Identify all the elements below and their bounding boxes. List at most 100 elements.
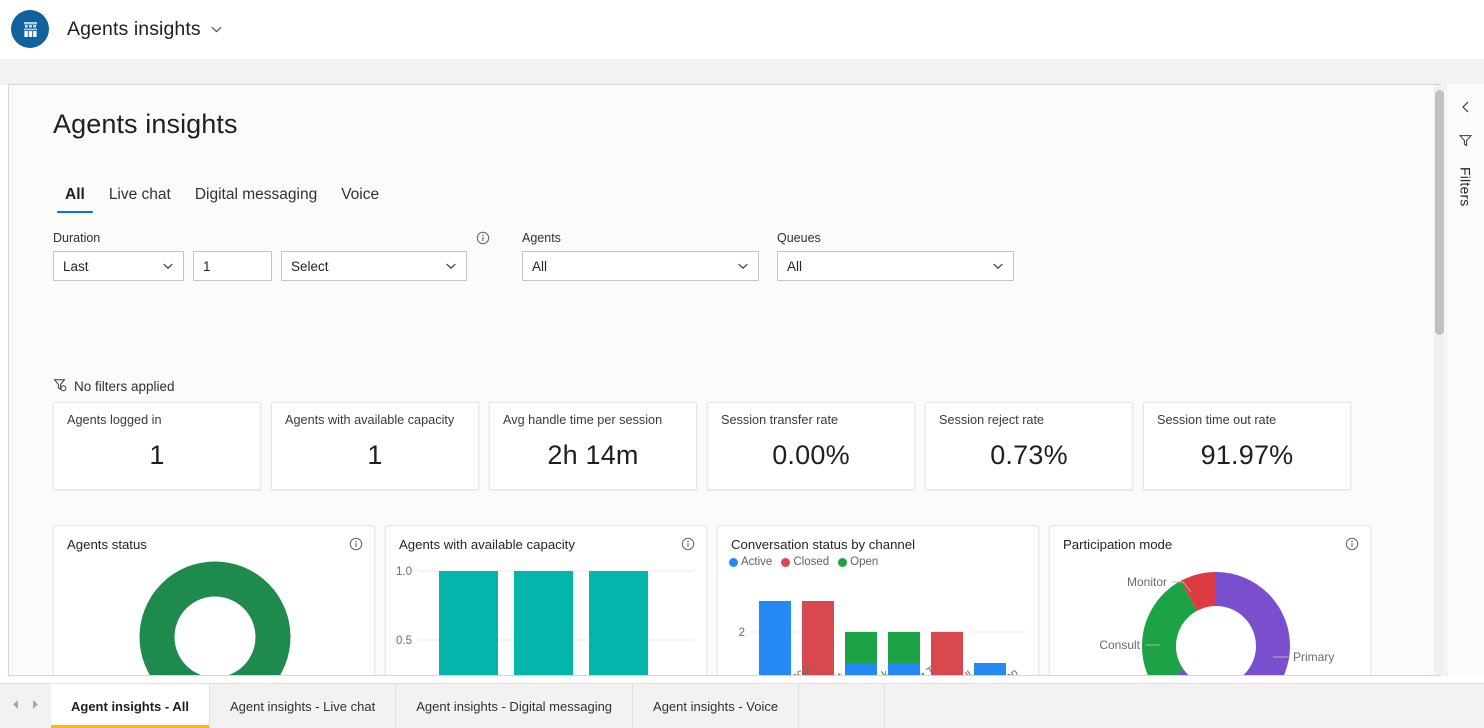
session-tab-agent-insights-all[interactable]: Agent insights - All <box>51 684 210 728</box>
info-icon[interactable] <box>1345 537 1359 551</box>
charts-row: Agents status Available Available <box>53 525 1371 675</box>
chevron-left-icon[interactable] <box>1459 100 1473 119</box>
chevron-down-icon <box>445 260 457 272</box>
kpi-label: Avg handle time per session <box>503 413 663 427</box>
bar-default-voice-outbound <box>514 571 573 675</box>
legend-label: Open <box>850 556 879 568</box>
session-tab-agent-insights-digital-messaging[interactable]: Agent insights - Digital messaging <box>396 684 634 728</box>
kpi-agents-logged-in[interactable]: Agents logged in 1 <box>53 402 261 490</box>
session-tab-agent-insights-live-chat[interactable]: Agent insights - Live chat <box>209 684 397 728</box>
chevron-down-icon <box>162 260 174 272</box>
kpi-session-time-out-rate[interactable]: Session time out rate 91.97% <box>1143 402 1351 490</box>
channel-tabs: All Live chat Digital messaging Voice <box>53 186 391 213</box>
legend-item-active[interactable]: Active <box>729 556 772 568</box>
caret-right-icon[interactable] <box>31 697 40 715</box>
info-icon[interactable] <box>476 231 490 245</box>
legend-label: Closed <box>793 556 830 568</box>
kpi-label: Agents logged in <box>67 413 162 427</box>
participation-mode-donut: Monitor Consult Primary Primary <box>1050 556 1370 675</box>
kpi-value: 91.97% <box>1200 439 1294 470</box>
duration-count-value: 1 <box>203 258 211 274</box>
bar-default-voice-inbound <box>439 571 498 675</box>
chart-title: Agents status <box>67 537 147 552</box>
dashboard-frame: Agents insights All Live chat Digital me… <box>8 84 1441 676</box>
filters-rail-label[interactable]: Filters <box>1458 167 1474 207</box>
kpi-agents-with-available-capacity[interactable]: Agents with available capacity 1 <box>271 402 479 490</box>
toolbar-strip <box>0 59 1484 85</box>
no-filter-icon <box>53 378 67 395</box>
chevron-down-icon <box>737 260 749 272</box>
kpi-value: 0.00% <box>772 439 850 470</box>
vertical-scrollbar-thumb[interactable] <box>1435 90 1444 335</box>
bar-entity-record-active <box>759 601 791 675</box>
bar-microsoft-teams-open <box>888 632 920 663</box>
app-title: Agents insights <box>67 17 201 40</box>
chart-title: Agents with available capacity <box>399 537 575 552</box>
duration-label: Duration <box>53 231 101 245</box>
agents-select[interactable]: All <box>522 251 759 281</box>
legend-item-closed[interactable]: Closed <box>781 556 829 568</box>
info-icon[interactable] <box>349 537 363 551</box>
caret-left-icon[interactable] <box>11 697 20 715</box>
session-tab-agent-insights-voice[interactable]: Agent insights - Voice <box>633 684 800 728</box>
duration-count-input[interactable]: 1 <box>193 251 272 281</box>
ytick-2: 2 <box>739 627 745 639</box>
kpi-label: Session time out rate <box>1157 413 1277 427</box>
queues-select[interactable]: All <box>777 251 1014 281</box>
session-tab-bar-filler <box>799 684 886 728</box>
info-icon[interactable] <box>681 537 695 551</box>
chevron-down-icon <box>992 260 1004 272</box>
callout-monitor: Monitor <box>1127 575 1167 589</box>
chevron-down-icon[interactable] <box>210 23 223 36</box>
filter-status: No filters applied <box>53 378 175 395</box>
tab-live-chat[interactable]: Live chat <box>97 186 183 213</box>
filters-rail: Filters <box>1446 84 1484 676</box>
legend-label: Active <box>741 556 773 568</box>
bar-facebook-open <box>845 632 877 663</box>
tab-digital-messaging[interactable]: Digital messaging <box>183 186 329 213</box>
legend-item-open[interactable]: Open <box>838 556 878 568</box>
ytick-1: 1.0 <box>396 566 412 578</box>
ytick-05: 0.5 <box>396 635 412 647</box>
queues-filter-group: Queues All <box>777 231 1014 281</box>
duration-unit-value: Select <box>291 258 329 274</box>
chart-legend: Active Closed Open <box>718 556 1038 568</box>
kpi-session-transfer-rate[interactable]: Session transfer rate 0.00% <box>707 402 915 490</box>
capacity-bar-chart: 1.0 0.5 0.0 Default voice inbound Defaul… <box>386 556 706 675</box>
bar-whatsapp-active <box>974 663 1006 675</box>
app-root: Agents insights Agents insights All Live… <box>0 0 1484 728</box>
kpi-value: 0.73% <box>990 439 1068 470</box>
callout-consult: Consult <box>1099 638 1140 652</box>
bar-facebook-active <box>845 663 877 675</box>
chart-card-agents-status: Agents status Available Available <box>53 525 375 675</box>
dynamics-app-icon[interactable] <box>11 10 49 48</box>
kpi-row: Agents logged in 1 Agents with available… <box>53 402 1351 490</box>
kpi-avg-handle-time-per-session[interactable]: Avg handle time per session 2h 14m <box>489 402 697 490</box>
agents-label: Agents <box>522 231 561 245</box>
tab-all[interactable]: All <box>53 186 97 213</box>
legend-swatch <box>781 557 791 567</box>
legend-swatch <box>838 557 848 567</box>
chart-card-agents-available-capacity: Agents with available capacity 1.0 0.5 0… <box>385 525 707 675</box>
kpi-value: 1 <box>149 439 165 470</box>
session-tab-bar: Agent insights - All Agent insights - Li… <box>0 683 1484 728</box>
kpi-session-reject-rate[interactable]: Session reject rate 0.73% <box>925 402 1133 490</box>
queues-label: Queues <box>777 231 821 245</box>
kpi-label: Session reject rate <box>939 413 1045 427</box>
duration-mode-select[interactable]: Last <box>53 251 184 281</box>
kpi-label: Agents with available capacity <box>285 413 455 427</box>
chart-title: Conversation status by channel <box>731 537 916 552</box>
tab-voice[interactable]: Voice <box>329 186 391 213</box>
filter-status-text: No filters applied <box>74 379 175 394</box>
chart-card-conversation-status: Conversation status by channel Active Cl… <box>717 525 1039 675</box>
legend-swatch <box>729 557 738 567</box>
agents-status-donut: Available Available <box>54 556 374 675</box>
callout-primary: Primary <box>1293 650 1334 664</box>
funnel-icon[interactable] <box>1458 133 1473 153</box>
page-title: Agents insights <box>53 109 238 139</box>
chart-card-participation-mode: Participation mode Monitor Consult Prima… <box>1049 525 1371 675</box>
agents-value: All <box>532 258 548 274</box>
bar-unit-capacity-profile <box>589 571 648 675</box>
duration-unit-select[interactable]: Select <box>281 251 467 281</box>
bar-microsoft-teams-active <box>888 663 920 675</box>
